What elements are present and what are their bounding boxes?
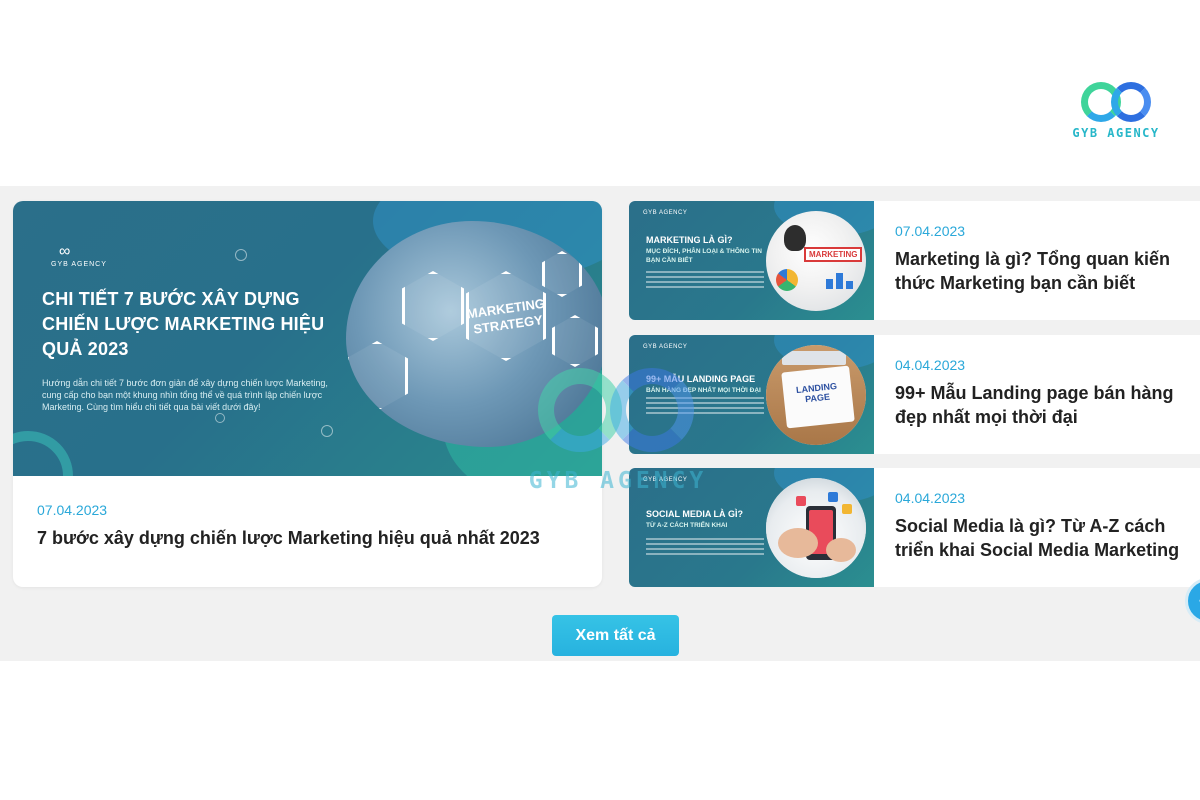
post-date: 04.04.2023	[895, 490, 966, 506]
thumbnail-title: 99+ MẪU LANDING PAGE BÁN HÀNG ĐẸP NHẤT M…	[646, 374, 761, 394]
social-media-phone-photo	[766, 478, 866, 578]
post-thumbnail[interactable]: GYB AGENCY MARKETING LÀ GÌ? MỤC ĐÍCH, PH…	[629, 201, 874, 320]
marketing-strategy-photo: MARKETING STRATEGY	[346, 221, 602, 447]
thumbnail-brand-mark: ∞ GYB AGENCY	[51, 243, 107, 268]
see-all-button[interactable]: Xem tất cả	[552, 615, 679, 656]
thumbnail-title: SOCIAL MEDIA LÀ GÌ? TỪ A-Z CÁCH TRIỂN KH…	[646, 509, 744, 529]
post-thumbnail[interactable]: GYB AGENCY 99+ MẪU LANDING PAGE BÁN HÀNG…	[629, 335, 874, 454]
featured-post-card[interactable]: ∞ GYB AGENCY CHI TIẾT 7 BƯỚC XÂY DỰNG CH…	[13, 201, 602, 587]
post-title-link[interactable]: Social Media là gì? Từ A-Z cách triển kh…	[895, 514, 1195, 562]
post-title-link[interactable]: Marketing là gì? Tổng quan kiến thức Mar…	[895, 247, 1195, 295]
post-title-link[interactable]: 99+ Mẫu Landing page bán hàng đẹp nhất m…	[895, 381, 1195, 429]
thumbnail-brand-mark: GYB AGENCY	[643, 344, 688, 350]
post-card[interactable]: GYB AGENCY MARKETING LÀ GÌ? MỤC ĐÍCH, PH…	[629, 201, 1200, 320]
infinity-logo-icon	[1077, 80, 1155, 124]
post-thumbnail[interactable]: GYB AGENCY SOCIAL MEDIA LÀ GÌ? TỪ A-Z CÁ…	[629, 468, 874, 587]
post-date: 07.04.2023	[37, 502, 108, 518]
brand-logo[interactable]: GYB AGENCY	[1060, 80, 1172, 148]
featured-post-thumbnail[interactable]: ∞ GYB AGENCY CHI TIẾT 7 BƯỚC XÂY DỰNG CH…	[13, 201, 602, 476]
thumbnail-title: MARKETING LÀ GÌ? MỤC ĐÍCH, PHÂN LOẠI & T…	[646, 235, 762, 264]
post-card[interactable]: GYB AGENCY 99+ MẪU LANDING PAGE BÁN HÀNG…	[629, 335, 1200, 454]
thumbnail-brand-mark: GYB AGENCY	[643, 210, 688, 216]
brand-logo-text: GYB AGENCY	[1072, 126, 1160, 140]
thumbnail-title: CHI TIẾT 7 BƯỚC XÂY DỰNG CHIẾN LƯỢC MARK…	[42, 289, 325, 359]
thumbnail-brand-mark: GYB AGENCY	[643, 477, 688, 483]
post-date: 04.04.2023	[895, 357, 966, 373]
post-card[interactable]: GYB AGENCY SOCIAL MEDIA LÀ GÌ? TỪ A-Z CÁ…	[629, 468, 1200, 587]
landing-page-sketch-photo: LANDING PAGE	[766, 345, 866, 445]
marketing-diagram-photo: MARKETING	[766, 211, 866, 311]
thumbnail-description: Hướng dẫn chi tiết 7 bước đơn giản để xâ…	[42, 378, 328, 412]
post-title-link[interactable]: 7 bước xây dựng chiến lược Marketing hiệ…	[37, 528, 540, 549]
post-date: 07.04.2023	[895, 223, 966, 239]
